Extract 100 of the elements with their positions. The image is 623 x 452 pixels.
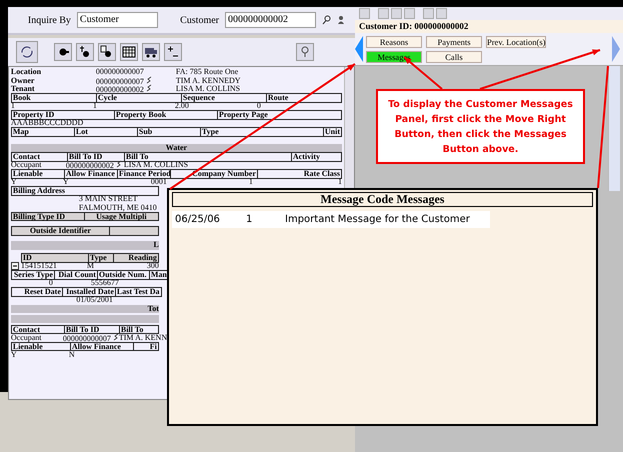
- table-cell-text: 0: [48, 279, 53, 288]
- column-header: Property ID: [10, 110, 114, 120]
- panel-button[interactable]: Reasons: [366, 36, 422, 48]
- refresh-icon: [20, 45, 34, 59]
- table-cell-text: Occupant: [10, 161, 43, 170]
- column-header: Outside Identifier: [10, 226, 109, 236]
- column-header: Allow Finance: [70, 342, 133, 351]
- plus-minus-button[interactable]: [164, 43, 182, 61]
- column-header: Type: [88, 253, 113, 262]
- table-cell-text: Occupant: [10, 334, 42, 342]
- table-cell-text: 154151521: [20, 262, 58, 270]
- account-number: 000000000002: [96, 84, 176, 94]
- link-icon[interactable]: [112, 332, 119, 341]
- link-icon[interactable]: [116, 160, 122, 168]
- field-label: Tenant: [10, 85, 36, 94]
- table-cell: TIM A. KENN: [118, 334, 168, 342]
- column-header: Activity: [290, 152, 342, 162]
- grid-button[interactable]: [120, 43, 138, 61]
- column-header: Bill To ID: [66, 152, 124, 162]
- column-header: Rate Class: [256, 169, 342, 178]
- person-search-icon[interactable]: [337, 15, 347, 25]
- table-cell-text: LISA M. COLLINS: [124, 161, 190, 170]
- column-header: Last Test Da: [114, 287, 162, 296]
- column-header: Contact: [10, 324, 64, 334]
- table-cell-text: AAABBBCCCDDDD: [10, 119, 84, 128]
- table-cell-text: 1: [10, 102, 16, 110]
- table-cell-text: 0: [256, 102, 262, 110]
- party-name: LISA M. COLLINS: [176, 85, 242, 94]
- column-header: Dial Count: [54, 270, 97, 280]
- search-icon[interactable]: [322, 15, 331, 25]
- account-number: 000000000007: [96, 68, 145, 76]
- collapse-icon[interactable]: [10, 262, 19, 270]
- refresh-button[interactable]: [16, 41, 38, 63]
- table-cell-text: Y: [10, 350, 18, 359]
- scrollbar[interactable]: [608, 66, 620, 191]
- truck-button[interactable]: [142, 43, 160, 61]
- customer-label: Customer: [180, 14, 219, 26]
- field-label: Billing Type ID: [10, 212, 84, 221]
- column-header: Unit: [322, 127, 342, 136]
- payment-button[interactable]: [76, 43, 94, 61]
- column-header: Usage Multipli: [84, 212, 159, 221]
- column-header: Lienable: [10, 169, 64, 178]
- column-header: Property Book: [114, 110, 217, 120]
- column-header: Series Type: [10, 270, 54, 280]
- customer-number-field[interactable]: 000000000002: [225, 12, 316, 28]
- column-header: Bill To ID: [64, 324, 119, 334]
- document-plug-button[interactable]: [98, 43, 116, 61]
- table-cell-text: N: [68, 350, 76, 359]
- party-name: TIM A. KENNEDY: [176, 76, 242, 85]
- column-header: Reading: [112, 253, 159, 262]
- column-header: Installed Date: [62, 287, 115, 296]
- zoom-button[interactable]: [296, 43, 314, 61]
- table-cell-text: 01/05/2001: [75, 296, 113, 304]
- table-cell-text: 1: [337, 178, 342, 186]
- table-cell-text: 0001: [150, 178, 167, 186]
- grid-icon: [122, 45, 136, 59]
- column-header: Finance Period: [116, 169, 170, 178]
- table-cell-text: Y: [62, 178, 70, 186]
- field-label: Location: [10, 68, 42, 76]
- table-cell-text: 5: [90, 279, 95, 288]
- document-plug-icon: [100, 45, 114, 59]
- column-header: Reset Date: [10, 287, 62, 296]
- column-header: Route: [266, 93, 342, 102]
- column-header: Allow Finance: [64, 169, 117, 178]
- column-header: Bill To: [118, 324, 159, 334]
- column-header: Outside Num.: [96, 270, 149, 280]
- plug-icon: [78, 45, 92, 59]
- column-header: Lienable: [10, 342, 70, 351]
- account-number: 000000000007: [62, 332, 119, 343]
- column-header: Type: [200, 127, 323, 136]
- column-header: Property Page: [216, 110, 342, 120]
- column-header: Fi: [132, 342, 159, 351]
- column-header: ID: [20, 253, 88, 262]
- account-number: 000000000007: [96, 76, 176, 86]
- table-cell-text: Y: [10, 178, 18, 186]
- instruction-callout: To display the Customer Messages Panel, first click the Move Right Button, then click the Messages Button above.: [376, 89, 585, 164]
- field-label: Billing Address: [10, 186, 159, 196]
- panel-button[interactable]: Calls: [426, 50, 482, 62]
- plug-button[interactable]: [54, 43, 72, 61]
- inquire-by-label: Inquire By: [28, 14, 71, 26]
- account-number: 000000000002: [66, 160, 124, 170]
- section-heading: Tot: [10, 304, 159, 313]
- column-header: Lot: [74, 127, 137, 136]
- column-header: Contact: [10, 152, 67, 162]
- plus-minus-icon: [166, 45, 180, 59]
- table-cell-text: 1: [248, 178, 253, 186]
- truck-icon: [144, 45, 158, 59]
- panel-button[interactable]: Prev. Location(s): [486, 36, 546, 48]
- column-header: Bill To: [124, 152, 291, 162]
- table-cell-text: 1: [92, 102, 98, 110]
- message-row[interactable]: 06/25/06 1 Important Message for the Customer: [172, 211, 490, 228]
- address-line: 3 MAIN STREET: [78, 195, 139, 204]
- column-header: Sub: [136, 127, 200, 136]
- field-label: Owner: [10, 76, 36, 85]
- inquire-by-field[interactable]: Customer: [76, 12, 158, 28]
- panel-button[interactable]: Payments: [426, 36, 482, 48]
- table-cell-text: M: [86, 262, 94, 270]
- column-header: Map: [10, 127, 74, 136]
- party-name: FA: 785 Route One: [176, 68, 240, 76]
- customer-id: Customer ID: 000000000002: [355, 20, 623, 33]
